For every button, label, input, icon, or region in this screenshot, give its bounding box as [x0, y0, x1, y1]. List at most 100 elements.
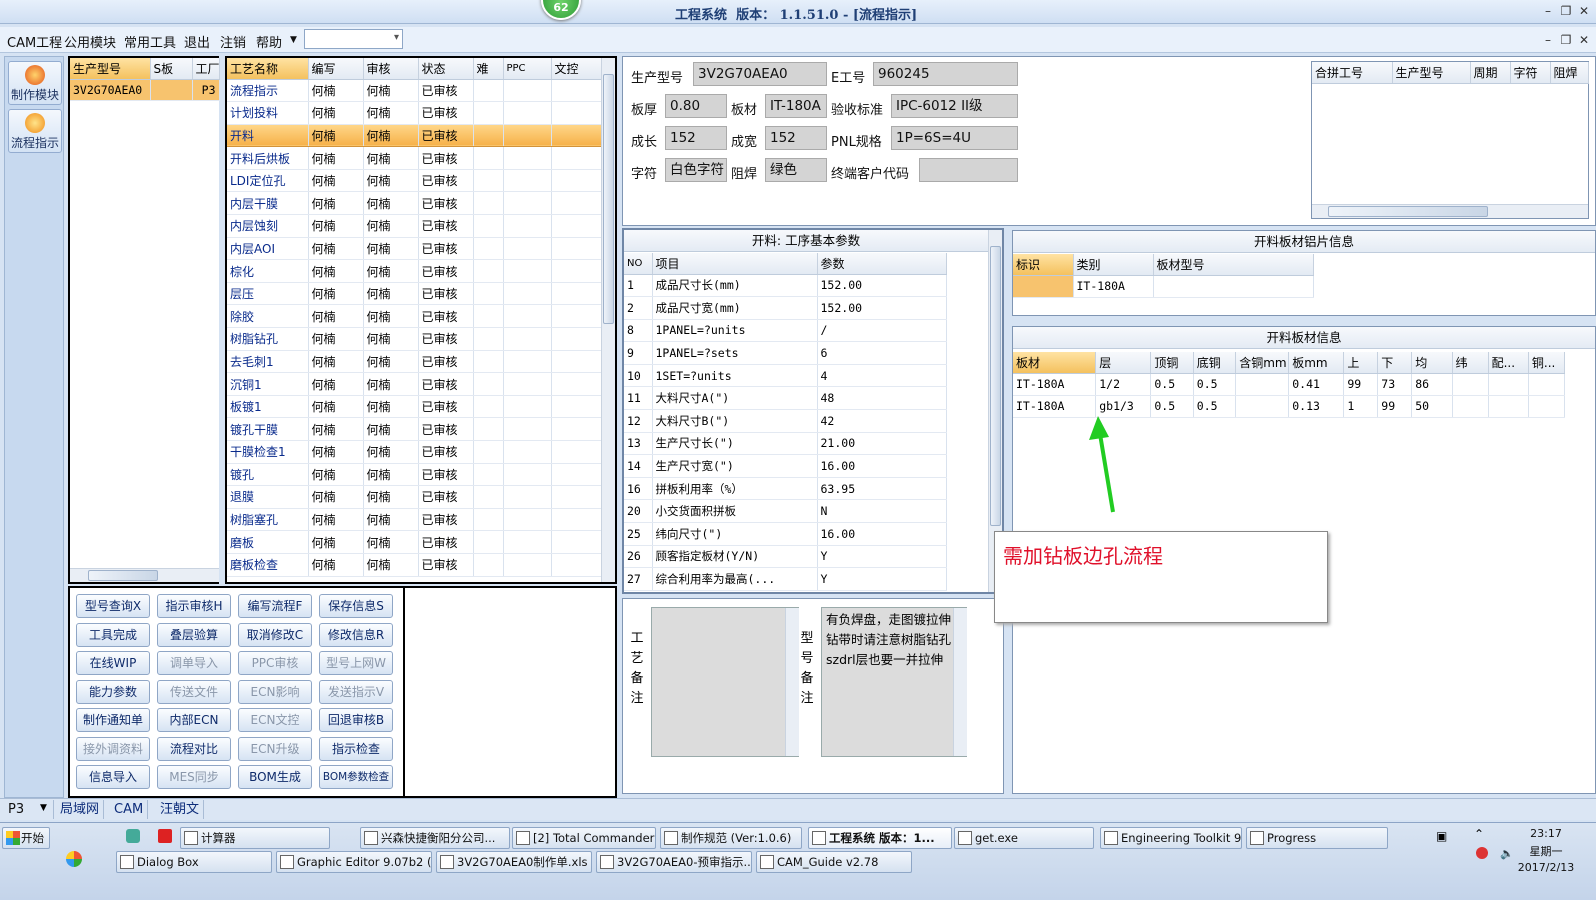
col-header[interactable]: 纬: [1452, 352, 1489, 374]
table-row[interactable]: 去毛刺1 何楠 何楠 已审核: [227, 350, 602, 374]
status-tab-user[interactable]: 汪朝文: [156, 800, 205, 819]
col-header[interactable]: 状态: [418, 58, 474, 80]
toolbar-combo[interactable]: [304, 29, 403, 49]
col-header[interactable]: 工厂: [192, 58, 220, 80]
mdi-minimize-icon[interactable]: –: [1540, 31, 1556, 49]
table-row[interactable]: 9 1PANEL=?sets 6: [624, 341, 947, 365]
table-row[interactable]: 10 1SET=?units 4: [624, 364, 947, 388]
action-button-1-1[interactable]: 叠层验算: [157, 622, 231, 647]
menu-tools[interactable]: 常用工具: [124, 32, 176, 51]
col-header[interactable]: 审核: [363, 58, 419, 80]
col-header[interactable]: 板材型号: [1153, 254, 1314, 276]
restore-icon[interactable]: ❐: [1558, 2, 1574, 20]
mdi-close-icon[interactable]: ✕: [1576, 31, 1592, 49]
table-row[interactable]: 20 小交货面积拼板 N: [624, 499, 947, 524]
sidebar-item-make-module[interactable]: 制作模块: [8, 61, 62, 105]
taskbar-item[interactable]: 兴森快捷衡阳分公司...: [360, 827, 510, 849]
col-header[interactable]: 生产型号: [1392, 62, 1471, 84]
taskbar-item[interactable]: CAM_Guide v2.78: [756, 851, 912, 873]
length-field[interactable]: 152: [665, 126, 727, 150]
menu-help[interactable]: 帮助: [256, 32, 282, 51]
col-header[interactable]: 文控: [551, 58, 602, 80]
show-desktop-icon[interactable]: ▣: [1436, 829, 1447, 843]
taskbar-item[interactable]: 3V2G70AEA0-预审指示....: [596, 851, 752, 873]
table-row[interactable]: 26 顾客指定板材(Y/N) Y: [624, 545, 947, 569]
col-header[interactable]: 工艺名称: [227, 58, 309, 80]
table-row[interactable]: IT-180A 1/2 0.5 0.5 0.41 99 73 86: [1013, 373, 1566, 396]
table-row[interactable]: 树脂钻孔 何楠 何楠 已审核: [227, 327, 602, 351]
action-button-6-3[interactable]: BOM参数检查: [319, 765, 393, 789]
width-field[interactable]: 152: [765, 126, 827, 150]
taskbar-item[interactable]: Engineering Toolkit 9....: [1100, 827, 1242, 849]
merge-hscroll[interactable]: [1312, 204, 1588, 218]
table-row[interactable]: 磨板检查 何楠 何楠 已审核: [227, 553, 602, 577]
table-row[interactable]: 棕化 何楠 何楠 已审核: [227, 259, 602, 283]
status-tab-lan[interactable]: 局域网: [56, 800, 105, 819]
col-header[interactable]: 层: [1095, 352, 1152, 374]
table-row[interactable]: 树脂塞孔 何楠 何楠 已审核: [227, 508, 602, 532]
table-row[interactable]: 16 拼板利用率（%） 63.95: [624, 477, 947, 501]
table-row[interactable]: 11 大料尺寸A(") 48: [624, 386, 947, 411]
action-button-4-3[interactable]: 回退审核B: [319, 708, 393, 732]
action-button-0-0[interactable]: 型号查询X: [76, 594, 150, 618]
col-header[interactable]: 下: [1377, 352, 1413, 374]
action-button-3-0[interactable]: 能力参数: [76, 679, 150, 704]
table-row[interactable]: 镀孔 何楠 何楠 已审核: [227, 463, 602, 487]
taskbar-item[interactable]: Progress: [1246, 827, 1388, 849]
action-button-4-2[interactable]: ECN文控: [238, 708, 312, 732]
col-header[interactable]: 项目: [652, 253, 818, 275]
table-row[interactable]: 12 大料尺寸B(") 42: [624, 409, 947, 433]
model-list-hscroll[interactable]: [70, 568, 219, 582]
table-row[interactable]: 开料 何楠 何楠 已审核: [227, 124, 602, 148]
tray-app-icon[interactable]: [1476, 847, 1488, 859]
menu-cam[interactable]: CAM工程: [7, 32, 62, 51]
col-header[interactable]: S板: [150, 58, 193, 80]
mask-field[interactable]: 绿色: [765, 158, 827, 182]
action-button-6-2[interactable]: BOM生成: [238, 765, 312, 789]
action-button-2-0[interactable]: 在线WIP: [76, 651, 150, 675]
table-row[interactable]: 开料后烘板 何楠 何楠 已审核: [227, 146, 602, 170]
status-tab-cam[interactable]: CAM: [110, 800, 149, 819]
menu-dropdown-icon[interactable]: ▼: [290, 35, 297, 45]
action-button-1-0[interactable]: 工具完成: [76, 622, 150, 647]
table-row[interactable]: 8 1PANEL=?units /: [624, 319, 947, 343]
table-row[interactable]: 内层干膜 何楠 何楠 已审核: [227, 191, 602, 216]
taskbar-item[interactable]: 计算器: [180, 827, 330, 849]
e-no-field[interactable]: 960245: [873, 62, 1018, 86]
action-button-4-1[interactable]: 内部ECN: [157, 708, 231, 732]
prod-model-field[interactable]: 3V2G70AEA0: [693, 62, 827, 86]
action-button-5-1[interactable]: 流程对比: [157, 736, 231, 761]
table-row[interactable]: 3V2G70AEA0 P3: [70, 79, 220, 101]
taskbar-item[interactable]: 制作规范 (Ver:1.0.6): [660, 827, 802, 849]
col-header[interactable]: 标识: [1013, 254, 1074, 276]
col-header[interactable]: 参数: [817, 253, 947, 275]
customer-code-field[interactable]: [919, 158, 1018, 182]
action-button-2-1[interactable]: 调单导入: [157, 651, 231, 675]
table-row[interactable]: 内层AOI 何楠 何楠 已审核: [227, 237, 602, 261]
thickness-field[interactable]: 0.80: [665, 94, 727, 118]
process-remark-memo[interactable]: [651, 607, 799, 757]
table-row[interactable]: 1 成品尺寸长(mm) 152.00: [624, 274, 947, 298]
col-header[interactable]: 板材: [1013, 352, 1097, 374]
table-row[interactable]: 内层蚀刻 何楠 何楠 已审核: [227, 214, 602, 238]
col-header[interactable]: 含铜mm: [1235, 352, 1290, 374]
action-button-5-2[interactable]: ECN升级: [238, 736, 312, 761]
mdi-restore-icon[interactable]: ❐: [1558, 31, 1574, 49]
table-row[interactable]: 除胶 何楠 何楠 已审核: [227, 304, 602, 329]
process-remark-scroll[interactable]: [785, 608, 799, 756]
taskbar-item[interactable]: 工程系统 版本：1...: [808, 827, 952, 849]
action-button-6-0[interactable]: 信息导入: [76, 765, 150, 789]
table-row[interactable]: 干膜检查1 何楠 何楠 已审核: [227, 440, 602, 464]
char-field[interactable]: 白色字符: [665, 158, 727, 182]
table-row[interactable]: 镀孔干膜 何楠 何楠 已审核: [227, 417, 602, 441]
pnl-field[interactable]: 1P=6S=4U: [891, 126, 1018, 150]
table-row[interactable]: IT-180A: [1013, 275, 1314, 298]
col-header[interactable]: 均: [1411, 352, 1453, 374]
action-button-0-1[interactable]: 指示审核H: [157, 594, 231, 618]
col-header[interactable]: 配...: [1488, 352, 1529, 374]
process-vscroll[interactable]: [601, 58, 615, 582]
table-row[interactable]: 流程指示 何楠 何楠 已审核: [227, 79, 602, 103]
table-row[interactable]: 磨板 何楠 何楠 已审核: [227, 530, 602, 554]
col-header[interactable]: 类别: [1073, 254, 1154, 276]
col-header[interactable]: 顶铜: [1150, 352, 1194, 374]
